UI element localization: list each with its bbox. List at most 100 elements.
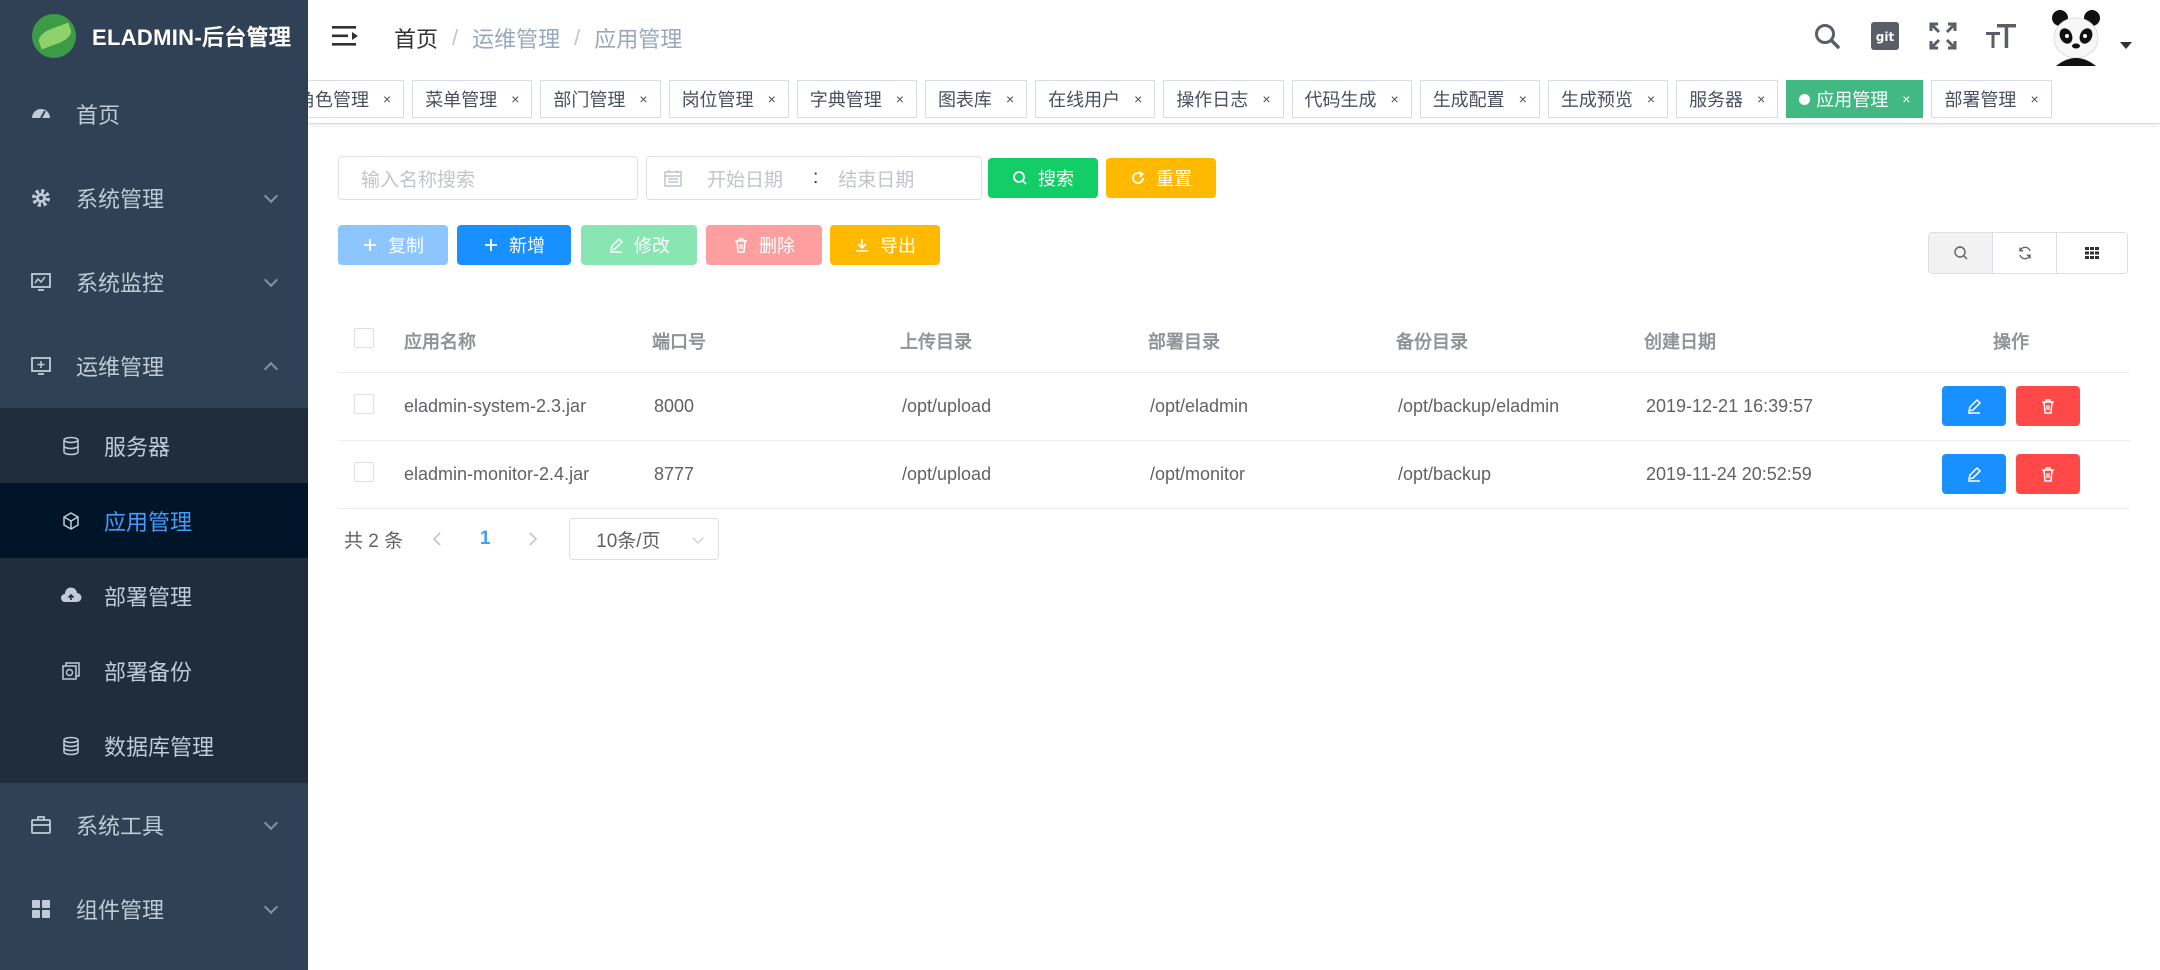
- tags-view: 角色管理×菜单管理×部门管理×岗位管理×字典管理×图表库×在线用户×操作日志×代…: [308, 72, 2160, 124]
- prev-page-icon[interactable]: [417, 531, 457, 547]
- copy-button-label: 复制: [388, 236, 424, 256]
- breadcrumb-home[interactable]: 首页: [394, 22, 438, 54]
- tag-3[interactable]: 岗位管理 ×: [668, 80, 789, 118]
- search-button-label: 搜索: [1038, 169, 1074, 189]
- gear-icon: [30, 187, 52, 209]
- breadcrumb-separator: /: [574, 25, 581, 50]
- search-button[interactable]: 搜索: [988, 158, 1098, 198]
- close-icon[interactable]: ×: [1902, 91, 1910, 107]
- end-date-placeholder[interactable]: 结束日期: [838, 165, 914, 192]
- chevron-down-icon: [263, 188, 279, 204]
- sidebar-item-deploy-backup[interactable]: 部署备份: [0, 633, 308, 708]
- search-icon[interactable]: [1798, 0, 1856, 72]
- fullscreen-icon[interactable]: [1914, 0, 1972, 72]
- close-icon[interactable]: ×: [639, 91, 647, 107]
- refresh-icon: [2017, 245, 2033, 261]
- close-icon[interactable]: ×: [511, 91, 519, 107]
- close-icon[interactable]: ×: [1519, 91, 1527, 107]
- close-icon[interactable]: ×: [896, 91, 904, 107]
- reset-button[interactable]: 重置: [1106, 158, 1216, 198]
- chevron-down-icon[interactable]: [2120, 41, 2132, 49]
- table-row[interactable]: eladmin-system-2.3.jar 8000 /opt/upload …: [338, 372, 2130, 441]
- logo-icon: [32, 14, 76, 58]
- tag-1[interactable]: 菜单管理 ×: [412, 80, 533, 118]
- close-icon[interactable]: ×: [2030, 91, 2038, 107]
- avatar[interactable]: [2046, 6, 2106, 66]
- sidebar-item-tools[interactable]: 系统工具: [0, 783, 308, 867]
- hamburger-icon[interactable]: [332, 24, 360, 48]
- tag-11[interactable]: 服务器 ×: [1676, 80, 1779, 118]
- trash-icon: [2040, 398, 2056, 414]
- sidebar-item-label: 部署管理: [104, 584, 193, 610]
- export-button[interactable]: 导出: [830, 225, 940, 265]
- tag-label: 服务器: [1689, 90, 1744, 110]
- close-icon[interactable]: ×: [1006, 91, 1014, 107]
- columns-button[interactable]: [2057, 233, 2127, 273]
- sidebar-item-system[interactable]: 系统管理: [0, 156, 308, 240]
- refresh-button[interactable]: [1993, 233, 2057, 273]
- sidebar-item-devops[interactable]: 运维管理: [0, 324, 308, 408]
- tag-2[interactable]: 部门管理 ×: [540, 80, 661, 118]
- close-icon[interactable]: ×: [1757, 91, 1765, 107]
- download-icon: [854, 237, 870, 253]
- tag-0[interactable]: 角色管理 ×: [308, 80, 405, 118]
- close-icon[interactable]: ×: [1391, 91, 1399, 107]
- tag-label: 字典管理: [809, 90, 882, 110]
- row-edit-button[interactable]: [1942, 386, 2007, 426]
- cell-port: 8777: [652, 440, 900, 509]
- tag-7[interactable]: 操作日志 ×: [1163, 80, 1284, 118]
- cell-name: eladmin-monitor-2.4.jar: [404, 440, 652, 509]
- toggle-search-button[interactable]: [1929, 233, 1993, 273]
- font-size-icon[interactable]: [1972, 0, 2030, 72]
- logo[interactable]: ELADMIN-后台管理: [0, 0, 308, 72]
- next-page-icon[interactable]: [513, 531, 553, 547]
- tag-8[interactable]: 代码生成 ×: [1291, 80, 1412, 118]
- name-search-input[interactable]: 输入名称搜索: [338, 156, 638, 200]
- sidebar-item-home[interactable]: 首页: [0, 72, 308, 156]
- close-icon[interactable]: ×: [1134, 91, 1142, 107]
- page-size-select[interactable]: 10条/页: [569, 518, 720, 560]
- table-header-row: 应用名称 端口号 上传目录 部署目录 备份目录 创建日期 操作: [338, 310, 2130, 373]
- sidebar-item-components[interactable]: 组件管理: [0, 867, 308, 951]
- sidebar-item-servers[interactable]: 服务器: [0, 408, 308, 483]
- page-number[interactable]: 1: [457, 528, 513, 550]
- row-checkbox[interactable]: [354, 393, 374, 414]
- tag-13[interactable]: 部署管理 ×: [1931, 80, 2052, 118]
- sidebar-item-deploy[interactable]: 部署管理: [0, 558, 308, 633]
- cell-deploy-dir: /opt/eladmin: [1148, 372, 1396, 441]
- add-button[interactable]: 新增: [457, 225, 571, 265]
- tag-label: 岗位管理: [681, 90, 754, 110]
- row-edit-button[interactable]: [1942, 454, 2007, 494]
- close-icon[interactable]: ×: [768, 91, 776, 107]
- column-header-created: 创建日期: [1644, 310, 1892, 373]
- navbar: 首页 / 运维管理 / 应用管理 git: [308, 0, 2160, 72]
- date-range-picker[interactable]: 开始日期 : 结束日期: [646, 156, 982, 200]
- delete-button[interactable]: 删除: [706, 225, 822, 265]
- close-icon[interactable]: ×: [1647, 91, 1655, 107]
- table-row[interactable]: eladmin-monitor-2.4.jar 8777 /opt/upload…: [338, 440, 2130, 509]
- row-delete-button[interactable]: [2015, 454, 2080, 494]
- sidebar-item-monitor[interactable]: 系统监控: [0, 240, 308, 324]
- sidebar-item-app-management[interactable]: 应用管理: [0, 483, 308, 558]
- search-icon: [1953, 245, 1969, 261]
- tag-9[interactable]: 生成配置 ×: [1419, 80, 1540, 118]
- copy-button[interactable]: 复制: [338, 225, 448, 265]
- row-delete-button[interactable]: [2015, 386, 2080, 426]
- delete-button-label: 删除: [759, 236, 795, 256]
- chevron-down-icon: [263, 899, 279, 915]
- start-date-placeholder[interactable]: 开始日期: [707, 165, 803, 192]
- tag-4[interactable]: 字典管理 ×: [796, 80, 917, 118]
- close-icon[interactable]: ×: [1262, 91, 1270, 107]
- close-icon[interactable]: ×: [383, 91, 391, 107]
- tag-12[interactable]: 应用管理 ×: [1786, 80, 1924, 118]
- row-checkbox[interactable]: [354, 461, 374, 482]
- tag-5[interactable]: 图表库 ×: [924, 80, 1028, 118]
- edit-button[interactable]: 修改: [581, 225, 697, 265]
- tag-10[interactable]: 生成预览 ×: [1547, 80, 1669, 118]
- name-search-placeholder: 输入名称搜索: [361, 169, 476, 191]
- tag-6[interactable]: 在线用户 ×: [1035, 80, 1156, 118]
- sidebar-item-label: 首页: [76, 103, 121, 128]
- select-all-checkbox[interactable]: [354, 328, 374, 349]
- sidebar-item-database[interactable]: 数据库管理: [0, 708, 308, 783]
- git-icon[interactable]: git: [1856, 0, 1914, 72]
